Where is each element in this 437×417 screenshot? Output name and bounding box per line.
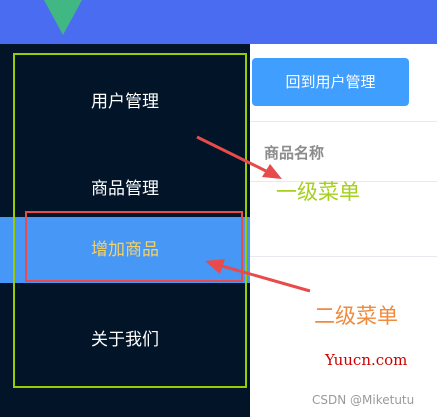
site-watermark: Yuucn.com: [325, 351, 408, 369]
table-top-divider: [250, 121, 437, 122]
sidebar-item-user-management[interactable]: 用户管理: [0, 91, 250, 113]
second-level-menu-label: 二级菜单: [314, 304, 398, 328]
sidebar-item-about-us[interactable]: 关于我们: [0, 329, 250, 351]
table-row-divider: [250, 256, 437, 257]
top-header: [0, 0, 437, 44]
back-to-user-management-button[interactable]: 回到用户管理: [252, 58, 409, 106]
submenu-item-add-product[interactable]: 增加商品: [0, 217, 250, 283]
column-header-product-name: 商品名称: [264, 144, 325, 162]
vue-logo-icon: [44, 0, 82, 35]
sidebar-item-product-management[interactable]: 商品管理: [0, 178, 250, 200]
first-level-menu-label: 一级菜单: [276, 180, 360, 204]
csdn-watermark: CSDN @Miketutu: [312, 393, 415, 407]
